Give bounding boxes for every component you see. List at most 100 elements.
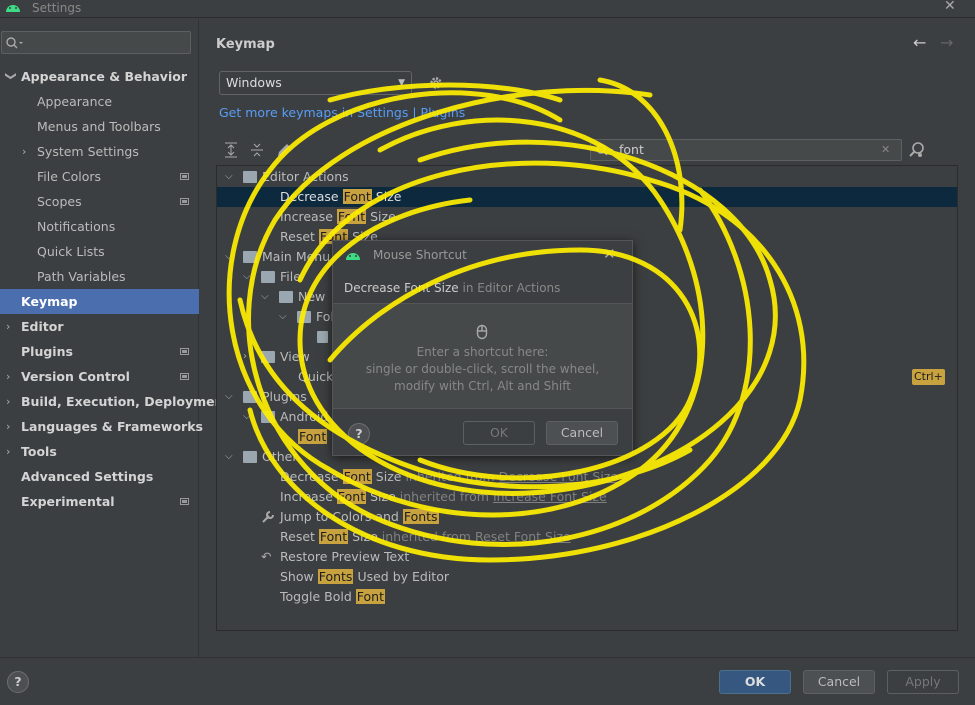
edit-icon[interactable]	[276, 142, 292, 158]
collapse-all-icon[interactable]	[250, 142, 264, 158]
dialog-ok-button[interactable]: OK	[463, 421, 535, 445]
sidebar-item-appearance[interactable]: Appearance	[0, 89, 199, 114]
sidebar-item-label: Notifications	[37, 219, 116, 234]
folder-icon	[261, 411, 275, 423]
android-icon	[6, 5, 20, 12]
chevron-right-icon: ›	[6, 420, 11, 433]
mouse-icon	[476, 324, 488, 340]
back-button[interactable]: ←	[913, 33, 926, 52]
chevron-down-icon: ⌵	[225, 251, 233, 262]
sidebar-item-editor[interactable]: › Editor	[0, 314, 199, 339]
tree-node-label: File	[280, 269, 301, 284]
dialog-help-button[interactable]: ?	[348, 423, 370, 445]
chevron-down-icon: ❯	[4, 71, 18, 81]
chevron-right-icon: ›	[6, 370, 11, 383]
sidebar-item-label: System Settings	[37, 144, 139, 159]
keymap-filter-input[interactable]: font ✕	[590, 139, 902, 161]
tree-node-decrease-font-size[interactable]: Decrease Font Size	[217, 187, 957, 207]
mouse-shortcut-dialog: Mouse Shortcut ✕ Decrease Font Size in E…	[332, 240, 633, 456]
sidebar-item-notifications[interactable]: Notifications	[0, 214, 199, 239]
chevron-right-icon: ›	[22, 145, 27, 158]
tree-node-label: New	[298, 289, 326, 304]
find-by-shortcut-icon[interactable]	[908, 141, 926, 159]
dialog-title: Mouse Shortcut	[373, 248, 467, 262]
chevron-right-icon: ›	[243, 351, 247, 362]
sidebar-item-label: Experimental	[21, 494, 115, 509]
project-level-icon	[180, 173, 189, 180]
sidebar-item-menus-toolbars[interactable]: Menus and Toolbars	[0, 114, 199, 139]
shortcut-capture-area[interactable]: Enter a shortcut here: single or double-…	[333, 303, 632, 409]
settings-search-input[interactable]	[1, 31, 191, 54]
sidebar-item-appearance-behavior[interactable]: ❯ Appearance & Behavior	[0, 64, 199, 89]
tree-node-editor-actions[interactable]: ⌵ Editor Actions	[217, 167, 957, 187]
sidebar-item-label: Appearance & Behavior	[21, 69, 187, 84]
sidebar-item-label: Appearance	[37, 94, 113, 109]
sidebar-item-label: Build, Execution, Deployment	[21, 394, 230, 409]
help-button[interactable]: ?	[7, 671, 29, 693]
shortcut-badge: Ctrl+	[912, 369, 945, 385]
sidebar-item-label: Tools	[21, 444, 57, 459]
forward-button[interactable]: →	[940, 33, 953, 52]
folder-icon	[297, 311, 311, 323]
chevron-down-icon: ▼	[398, 78, 405, 88]
keymap-select[interactable]: Windows ▼	[219, 71, 412, 95]
tree-node-label: Editor Actions	[262, 169, 349, 184]
dialog-close-button[interactable]: ✕	[603, 245, 616, 263]
sidebar-item-label: Quick Lists	[37, 244, 105, 259]
sidebar-item-scopes[interactable]: Scopes	[0, 189, 199, 214]
sidebar-item-advanced-settings[interactable]: Advanced Settings	[0, 464, 199, 489]
sidebar-item-build[interactable]: › Build, Execution, Deployment	[0, 389, 229, 414]
sidebar-item-system-settings[interactable]: › System Settings	[0, 139, 199, 164]
window-title: Settings	[32, 1, 82, 15]
wrench-icon	[262, 511, 274, 523]
sidebar-item-label: Languages & Frameworks	[21, 419, 203, 434]
sidebar-item-tools[interactable]: › Tools	[0, 439, 199, 464]
file-icon	[317, 331, 328, 343]
tree-node-other-reset[interactable]: Reset Font Size inherited from Reset Fon…	[217, 527, 957, 547]
tree-node-increase-font-size[interactable]: Increase Font Size	[217, 207, 957, 227]
sidebar-item-path-variables[interactable]: Path Variables	[0, 264, 199, 289]
sidebar-item-label: Keymap	[21, 294, 78, 309]
folder-icon	[243, 451, 257, 463]
sidebar-item-label: Version Control	[21, 369, 130, 384]
filter-value: font	[619, 142, 644, 157]
chevron-right-icon: ›	[6, 395, 11, 408]
tree-node-other-increase[interactable]: Increase Font Size inherited from Increa…	[217, 487, 957, 507]
ok-button[interactable]: OK	[719, 670, 791, 694]
dialog-cancel-button[interactable]: Cancel	[546, 421, 618, 445]
folder-icon	[261, 351, 275, 363]
sidebar-item-keymap[interactable]: Keymap	[0, 289, 199, 314]
chevron-down-icon: ⌵	[225, 171, 233, 182]
apply-button[interactable]: Apply	[887, 670, 959, 694]
sidebar-item-version-control[interactable]: › Version Control	[0, 364, 199, 389]
tree-node-other-decrease[interactable]: Decrease Font Size inherited from Decrea…	[217, 467, 957, 487]
project-level-icon	[180, 498, 189, 505]
sidebar-item-file-colors[interactable]: File Colors	[0, 164, 199, 189]
gear-icon[interactable]	[428, 75, 444, 91]
chevron-right-icon: ›	[6, 445, 11, 458]
sidebar-item-experimental[interactable]: Experimental	[0, 489, 199, 514]
tree-node-toggle-bold-font[interactable]: Toggle Bold Font	[217, 587, 957, 607]
tree-node-restore-preview[interactable]: ↶ Restore Preview Text	[217, 547, 957, 567]
folder-icon	[279, 291, 293, 303]
chevron-down-icon: ⌵	[225, 391, 233, 402]
clear-filter-button[interactable]: ✕	[881, 140, 890, 160]
sidebar-item-languages[interactable]: › Languages & Frameworks	[0, 414, 203, 439]
search-icon	[596, 144, 613, 156]
cancel-button[interactable]: Cancel	[803, 670, 875, 694]
more-keymaps-link[interactable]: Get more keymaps in Settings | Plugins	[219, 105, 465, 120]
page-title: Keymap	[216, 37, 275, 52]
tree-node-label: Restore Preview Text	[280, 549, 410, 564]
chevron-down-icon: ⌵	[261, 291, 269, 302]
tree-node-jump-to-colors[interactable]: Jump to Colors and Fonts	[217, 507, 957, 527]
tree-node-label: Android	[280, 409, 329, 424]
sidebar-item-quick-lists[interactable]: Quick Lists	[0, 239, 199, 264]
tree-node-label: Quick	[298, 369, 334, 384]
expand-all-icon[interactable]	[224, 142, 238, 158]
folder-icon	[243, 391, 257, 403]
window-close-button[interactable]: ✕	[944, 0, 956, 14]
tree-node-label: Main Menu	[262, 249, 331, 264]
tree-node-label: Other	[262, 449, 298, 464]
sidebar-item-plugins[interactable]: Plugins	[0, 339, 199, 364]
tree-node-show-fonts[interactable]: Show Fonts Used by Editor	[217, 567, 957, 587]
